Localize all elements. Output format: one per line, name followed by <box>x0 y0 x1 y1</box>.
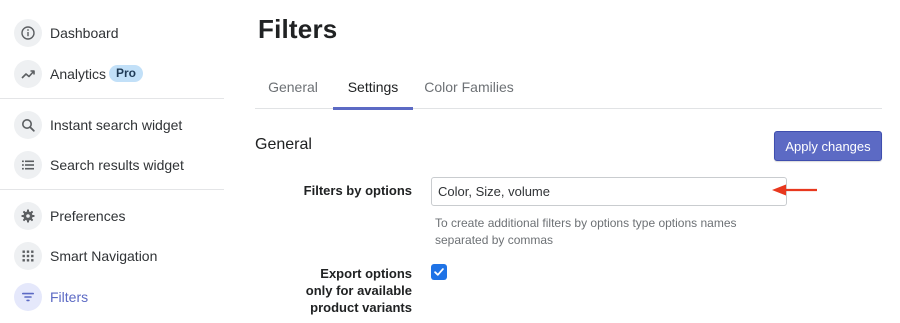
tab-color-families[interactable]: Color Families <box>415 66 523 108</box>
sidebar-item-analytics[interactable]: Analytics Pro <box>0 54 224 94</box>
annotation-arrow-icon <box>772 184 817 196</box>
grid-dots-icon <box>14 242 42 270</box>
sidebar-item-label: Smart Navigation <box>50 248 158 264</box>
tab-general[interactable]: General <box>255 66 331 108</box>
apply-changes-button[interactable]: Apply changes <box>774 131 882 161</box>
tab-bar: General Settings Color Families <box>255 66 882 110</box>
export-options-label-line: only for available <box>305 283 412 298</box>
sidebar-item-smart-navigation[interactable]: Smart Navigation <box>0 236 224 276</box>
filters-by-options-label: Filters by options <box>303 183 412 198</box>
export-options-label: Export options only for available produc… <box>290 265 412 316</box>
filter-icon <box>14 283 42 311</box>
sidebar-item-instant-search-widget[interactable]: Instant search widget <box>0 105 224 145</box>
export-options-checkbox[interactable] <box>431 264 447 280</box>
sidebar-item-label: Preferences <box>50 208 126 224</box>
export-options-label-line: Export options <box>320 266 412 281</box>
page-title: Filters <box>258 14 338 44</box>
tab-settings[interactable]: Settings <box>333 66 413 110</box>
sidebar-item-label: Analytics <box>50 66 107 82</box>
filters-by-options-input[interactable] <box>431 177 787 206</box>
export-options-label-line: product variants <box>310 300 412 315</box>
sidebar-item-search-results-widget[interactable]: Search results widget <box>0 145 224 185</box>
sidebar-item-preferences[interactable]: Preferences <box>0 196 224 236</box>
gear-icon <box>14 202 42 230</box>
sidebar-item-label: Dashboard <box>50 25 119 41</box>
pro-badge: Pro <box>109 65 144 82</box>
sidebar-item-dashboard[interactable]: Dashboard <box>0 13 224 53</box>
sidebar-divider <box>0 98 224 99</box>
checkmark-icon <box>434 268 444 276</box>
trend-up-icon <box>14 60 42 88</box>
list-icon <box>14 151 42 179</box>
sidebar-divider <box>0 189 224 190</box>
sidebar-item-label: Filters <box>50 289 89 305</box>
search-icon <box>14 111 42 139</box>
filters-by-options-help: To create additional filters by options … <box>435 216 737 247</box>
sidebar-item-label: Search results widget <box>50 157 184 173</box>
sidebar-item-label: Instant search widget <box>50 117 183 133</box>
section-title: General <box>255 136 312 153</box>
info-icon <box>14 19 42 47</box>
sidebar: Dashboard Analytics Pro Instant search w… <box>0 0 224 323</box>
sidebar-item-filters[interactable]: Filters <box>0 277 224 317</box>
